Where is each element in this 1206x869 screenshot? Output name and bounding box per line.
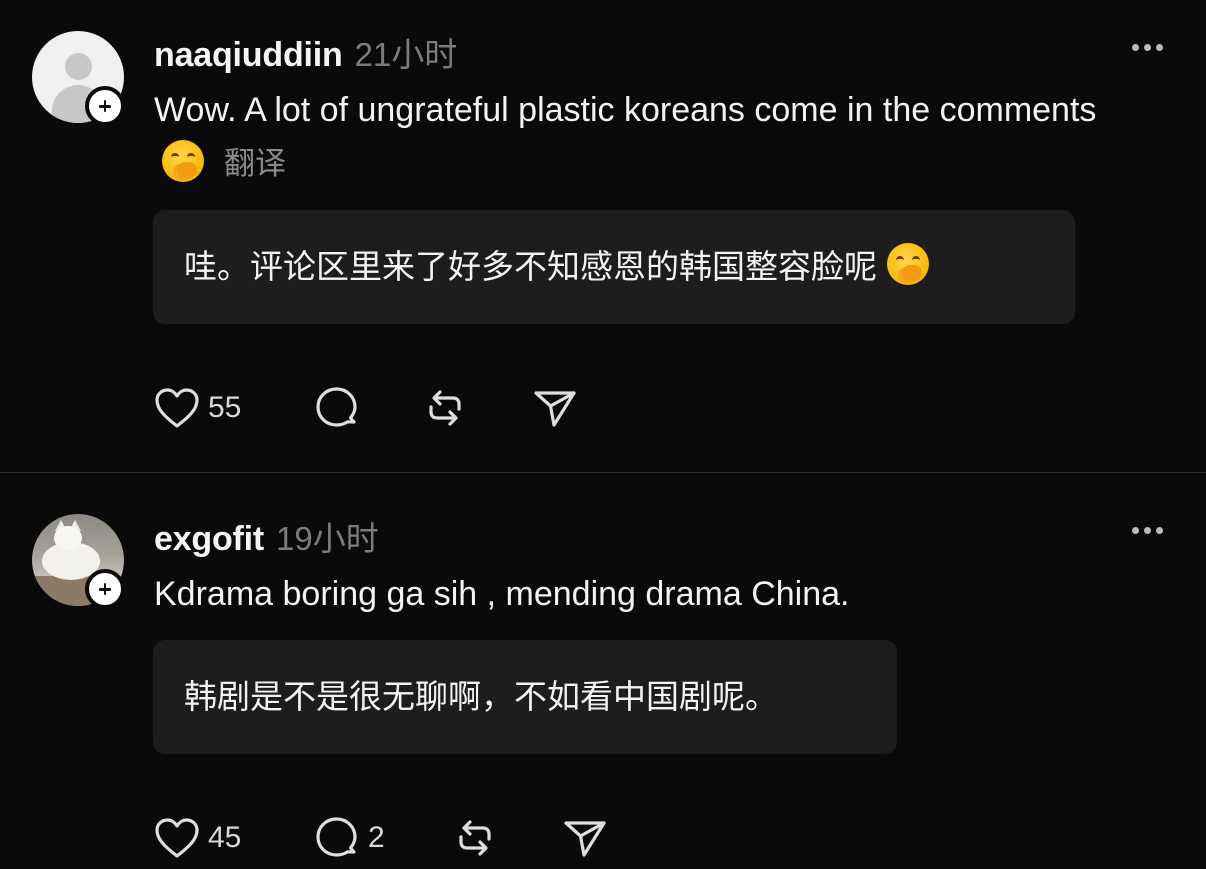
follow-plus-icon[interactable] bbox=[85, 569, 125, 609]
hand-over-mouth-emoji bbox=[162, 140, 204, 182]
reply-button[interactable]: 2 bbox=[314, 813, 385, 863]
more-dots-icon[interactable] bbox=[1130, 44, 1166, 54]
repost-button[interactable] bbox=[452, 813, 498, 863]
post-header: exgofit 19小时 bbox=[154, 512, 379, 560]
like-button[interactable]: 55 bbox=[154, 383, 241, 433]
hand-over-mouth-emoji bbox=[887, 243, 929, 285]
reply-count: 2 bbox=[368, 821, 385, 854]
like-count: 45 bbox=[208, 821, 242, 854]
post-text: Kdrama boring ga sih , mending drama Chi… bbox=[154, 568, 1114, 621]
repost-icon bbox=[429, 390, 461, 426]
repost-button[interactable] bbox=[422, 383, 468, 433]
repost-icon bbox=[459, 820, 491, 856]
avatar-container[interactable] bbox=[32, 31, 125, 126]
follow-plus-icon[interactable] bbox=[85, 86, 125, 126]
like-count: 55 bbox=[208, 391, 242, 424]
post: exgofit 19小时 Kdrama boring ga sih , mendi… bbox=[0, 473, 1206, 869]
reply-button[interactable] bbox=[314, 383, 368, 433]
username[interactable]: naaqiuddiin bbox=[154, 36, 343, 74]
more-dots-icon[interactable] bbox=[1130, 527, 1166, 537]
send-icon bbox=[564, 821, 606, 857]
timestamp: 21小时 bbox=[354, 36, 458, 73]
avatar-head-shape bbox=[65, 53, 92, 80]
like-button[interactable]: 45 bbox=[154, 813, 241, 863]
translation-text: 哇。评论区里来了好多不知感恩的韩国整容脸呢 bbox=[184, 247, 877, 286]
avatar-container[interactable] bbox=[32, 514, 125, 609]
post: naaqiuddiin 21小时 Wow. A lot of ungrateful… bbox=[0, 0, 1206, 472]
translation-box: 哇。评论区里来了好多不知感恩的韩国整容脸呢 bbox=[153, 210, 1075, 324]
action-bar: 45 2 bbox=[154, 813, 754, 863]
speech-bubble-icon bbox=[316, 817, 357, 857]
translation-box: 韩剧是不是很无聊啊，不如看中国剧呢。 bbox=[153, 640, 897, 754]
post-text: Wow. A lot of ungrateful plastic koreans… bbox=[154, 84, 1114, 191]
post-header: naaqiuddiin 21小时 bbox=[154, 28, 457, 76]
username[interactable]: exgofit bbox=[154, 520, 264, 558]
timestamp: 19小时 bbox=[276, 520, 379, 557]
share-button[interactable] bbox=[532, 383, 578, 433]
heart-icon bbox=[155, 818, 199, 858]
translation-text: 韩剧是不是很无聊啊，不如看中国剧呢。 bbox=[184, 677, 778, 716]
share-button[interactable] bbox=[562, 813, 608, 863]
post-text-content: Kdrama boring ga sih , mending drama Chi… bbox=[154, 575, 850, 613]
heart-icon bbox=[155, 388, 199, 428]
speech-bubble-icon bbox=[316, 387, 357, 427]
action-bar: 55 bbox=[154, 383, 754, 433]
translate-link[interactable]: 翻译 bbox=[224, 146, 286, 182]
post-text-content: Wow. A lot of ungrateful plastic koreans… bbox=[154, 91, 1097, 129]
avatar-cat-head-shape bbox=[54, 526, 82, 550]
send-icon bbox=[534, 391, 576, 427]
